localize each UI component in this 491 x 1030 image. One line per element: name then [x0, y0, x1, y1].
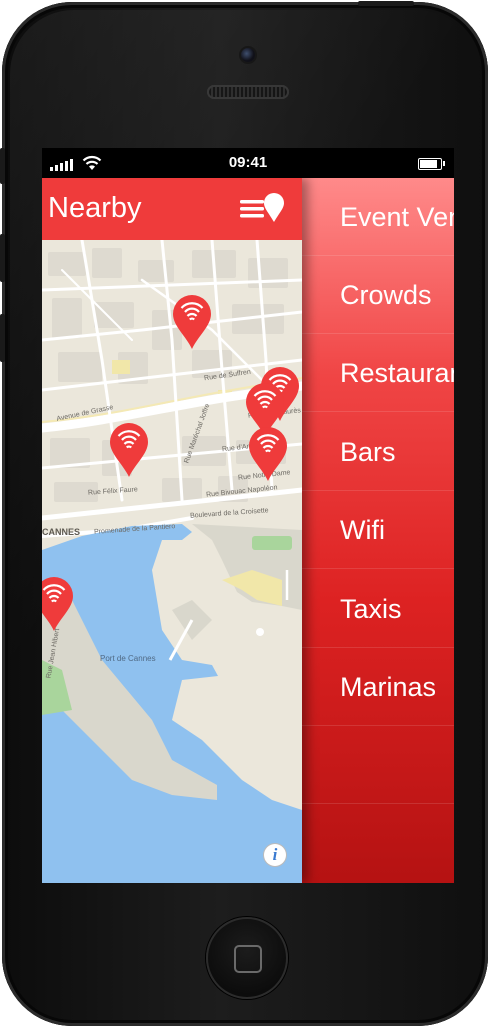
front-camera	[241, 48, 255, 62]
mute-switch	[0, 148, 5, 184]
drawer-item-wifi[interactable]: Wifi	[300, 491, 454, 569]
earpiece-speaker	[207, 85, 289, 99]
battery-icon	[418, 158, 445, 170]
app-container: Event Venues Crowds Restaurants Bars Wif…	[42, 178, 454, 883]
drawer-item-event-venues[interactable]: Event Venues	[300, 178, 454, 256]
drawer-item-restaurants[interactable]: Restaurants	[300, 334, 454, 412]
volume-up-button	[0, 234, 5, 282]
wifi-pin-icon[interactable]	[109, 422, 149, 478]
wifi-pin-icon[interactable]	[248, 426, 288, 482]
screen: 09:41 Event Venues Crowds Restaurants Ba…	[42, 148, 454, 883]
status-bar: 09:41	[42, 148, 454, 178]
map-label-port: Port de Cannes	[100, 654, 156, 663]
home-button[interactable]	[206, 917, 288, 999]
wifi-pin-icon[interactable]	[172, 294, 212, 350]
map-view[interactable]: CANNES Promenade de la Pantiero Boulevar…	[42, 240, 302, 883]
map-label-cannes: CANNES	[42, 527, 81, 537]
info-button[interactable]: i	[264, 844, 286, 866]
wifi-pin-icon[interactable]	[42, 576, 74, 632]
drawer-item-marinas[interactable]: Marinas	[300, 648, 454, 726]
drawer-item-crowds[interactable]: Crowds	[300, 256, 454, 334]
drawer-empty-row	[300, 804, 454, 882]
category-drawer: Event Venues Crowds Restaurants Bars Wif…	[300, 178, 454, 883]
main-view: Nearby CANNES Promenade de la Pantiero B…	[42, 178, 302, 883]
volume-down-button	[0, 314, 5, 362]
drawer-item-taxis[interactable]: Taxis	[300, 570, 454, 648]
menu-pin-icon[interactable]	[238, 192, 288, 226]
home-square-icon	[234, 945, 262, 973]
drawer-item-bars[interactable]: Bars	[300, 413, 454, 491]
drawer-empty-row	[300, 726, 454, 804]
page-title: Nearby	[48, 192, 142, 224]
nav-bar: Nearby	[42, 178, 302, 240]
power-button	[358, 1, 414, 6]
status-time: 09:41	[228, 154, 268, 171]
